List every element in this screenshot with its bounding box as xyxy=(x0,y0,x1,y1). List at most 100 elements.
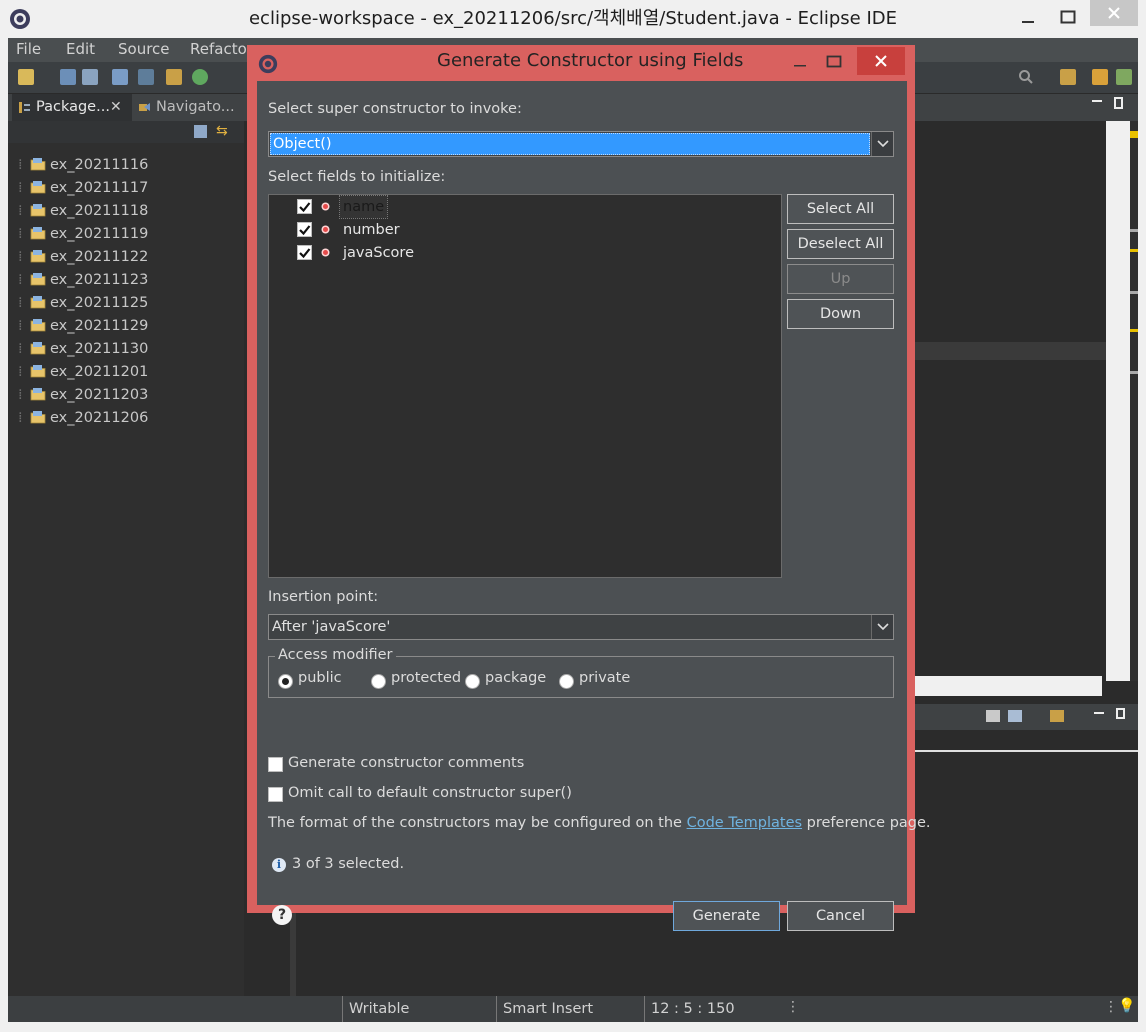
tree-item-project[interactable]: ⁞ ex_20211117 xyxy=(18,177,148,200)
tab-package-label: Package... xyxy=(36,99,110,115)
maximize-view-icon[interactable] xyxy=(1114,97,1123,109)
package-explorer: Package... ✕ Navigato... ⇆ ⁞ ex_20211116 ⁞… xyxy=(8,94,244,996)
omit-super-label[interactable]: Omit call to default constructor super() xyxy=(288,785,572,801)
navigator-icon xyxy=(139,103,150,111)
run-icon[interactable] xyxy=(192,69,208,85)
tree-expander[interactable]: ⁞ xyxy=(18,384,30,407)
tree-expander[interactable]: ⁞ xyxy=(18,269,30,292)
insertion-point-select[interactable]: After 'javaScore' xyxy=(268,614,894,640)
dialog-maximize-button[interactable] xyxy=(823,51,845,73)
generate-button[interactable]: Generate xyxy=(673,901,780,931)
checkbox-checked[interactable] xyxy=(297,199,312,214)
dialog-minimize-button[interactable] xyxy=(789,51,811,73)
menu-refactor[interactable]: Refactor xyxy=(190,40,253,58)
minimize-view-icon[interactable] xyxy=(1094,712,1104,714)
java-project-icon xyxy=(30,181,46,194)
tree-item-project[interactable]: ⁞ ex_20211125 xyxy=(18,292,148,315)
generate-comments-checkbox[interactable] xyxy=(268,757,283,772)
radio-package[interactable] xyxy=(465,674,480,689)
help-icon[interactable]: ? xyxy=(272,905,292,925)
close-tab-icon[interactable]: ✕ xyxy=(110,94,122,121)
tree-expander[interactable]: ⁞ xyxy=(18,292,30,315)
tree-item-project[interactable]: ⁞ ex_20211130 xyxy=(18,338,148,361)
tree-expander[interactable]: ⁞ xyxy=(18,407,30,430)
tree-item-project[interactable]: ⁞ ex_20211123 xyxy=(18,269,148,292)
close-window-button[interactable] xyxy=(1090,0,1138,26)
display-console-icon[interactable] xyxy=(1008,710,1022,722)
cancel-button[interactable]: Cancel xyxy=(787,901,894,931)
down-button[interactable]: Down xyxy=(787,299,894,329)
tree-item-project[interactable]: ⁞ ex_20211206 xyxy=(18,407,148,430)
fields-list: name number javaScore xyxy=(268,194,782,578)
tree-expander[interactable]: ⁞ xyxy=(18,315,30,338)
debug-icon[interactable] xyxy=(138,69,154,85)
debug-perspective-icon[interactable] xyxy=(1116,69,1132,85)
radio-private-label[interactable]: private xyxy=(579,670,630,686)
select-all-button[interactable]: Select All xyxy=(787,194,894,224)
tree-expander[interactable]: ⁞ xyxy=(18,154,30,177)
tree-expander[interactable]: ⁞ xyxy=(18,361,30,384)
radio-package-label[interactable]: package xyxy=(485,670,546,686)
tree-expander[interactable]: ⁞ xyxy=(18,177,30,200)
package-icon[interactable] xyxy=(166,69,182,85)
tree-expander[interactable]: ⁞ xyxy=(18,200,30,223)
editor-vertical-scrollbar[interactable] xyxy=(1106,121,1130,681)
tree-item-project[interactable]: ⁞ ex_20211119 xyxy=(18,223,148,246)
generate-comments-label[interactable]: Generate constructor comments xyxy=(288,755,524,771)
maximize-view-icon[interactable] xyxy=(1116,708,1125,719)
tree-item-project[interactable]: ⁞ ex_20211129 xyxy=(18,315,148,338)
ruler-marker[interactable] xyxy=(1130,229,1138,232)
radio-public[interactable] xyxy=(278,674,293,689)
ruler-marker[interactable] xyxy=(1130,291,1138,294)
radio-protected[interactable] xyxy=(371,674,386,689)
new-console-icon[interactable] xyxy=(1050,710,1064,722)
view-splitter[interactable] xyxy=(290,912,296,996)
menu-edit[interactable]: Edit xyxy=(66,40,95,58)
tree-item-project[interactable]: ⁞ ex_20211203 xyxy=(18,384,148,407)
maximize-button[interactable] xyxy=(1048,4,1088,30)
checkbox-checked[interactable] xyxy=(297,222,312,237)
tree-item-project[interactable]: ⁞ ex_20211118 xyxy=(18,200,148,223)
open-perspective-icon[interactable] xyxy=(1060,69,1076,85)
tree-item-project[interactable]: ⁞ ex_20211122 xyxy=(18,246,148,269)
java-perspective-icon[interactable] xyxy=(1092,69,1108,85)
code-templates-link[interactable]: Code Templates xyxy=(687,815,802,831)
up-button[interactable]: Up xyxy=(787,264,894,294)
minimize-view-icon[interactable] xyxy=(1092,100,1102,102)
ruler-marker[interactable] xyxy=(1130,329,1138,332)
status-separator-icon: ⋮ xyxy=(1104,999,1118,1015)
super-constructor-select[interactable]: Object() xyxy=(268,131,894,157)
tree-item-project[interactable]: ⁞ ex_20211201 xyxy=(18,361,148,384)
tree-expander[interactable]: ⁞ xyxy=(18,338,30,361)
tab-navigator[interactable]: Navigato... xyxy=(132,94,244,121)
ruler-marker[interactable] xyxy=(1130,371,1138,374)
collapse-all-icon[interactable] xyxy=(194,125,207,138)
dialog-close-button[interactable] xyxy=(857,47,905,75)
fields-label: Select fields to initialize: xyxy=(268,169,446,185)
radio-public-label[interactable]: public xyxy=(298,670,342,686)
link-with-editor-icon[interactable]: ⇆ xyxy=(216,123,232,139)
minimize-button[interactable] xyxy=(1008,4,1048,30)
menu-file[interactable]: File xyxy=(16,40,41,58)
new-icon[interactable] xyxy=(18,69,34,85)
terminal-icon[interactable] xyxy=(112,69,128,85)
radio-private[interactable] xyxy=(559,674,574,689)
tree-expander[interactable]: ⁞ xyxy=(18,246,30,269)
ruler-marker[interactable] xyxy=(1130,249,1138,252)
open-console-icon[interactable] xyxy=(986,710,1000,722)
deselect-all-button[interactable]: Deselect All xyxy=(787,229,894,259)
save-icon[interactable] xyxy=(60,69,76,85)
access-modifier-legend: Access modifier xyxy=(275,647,396,663)
save-all-icon[interactable] xyxy=(82,69,98,85)
format-info-post: preference page. xyxy=(806,815,931,831)
search-icon[interactable] xyxy=(1018,69,1034,85)
tab-package-explorer[interactable]: Package... ✕ xyxy=(12,94,132,121)
menu-source[interactable]: Source xyxy=(118,40,170,58)
tree-item-project[interactable]: ⁞ ex_20211116 xyxy=(18,154,148,177)
tree-expander[interactable]: ⁞ xyxy=(18,223,30,246)
warning-marker[interactable] xyxy=(1130,131,1138,138)
checkbox-checked[interactable] xyxy=(297,245,312,260)
tip-lightbulb-icon[interactable]: 💡 xyxy=(1118,998,1135,1014)
radio-protected-label[interactable]: protected xyxy=(391,670,461,686)
omit-super-checkbox[interactable] xyxy=(268,787,283,802)
